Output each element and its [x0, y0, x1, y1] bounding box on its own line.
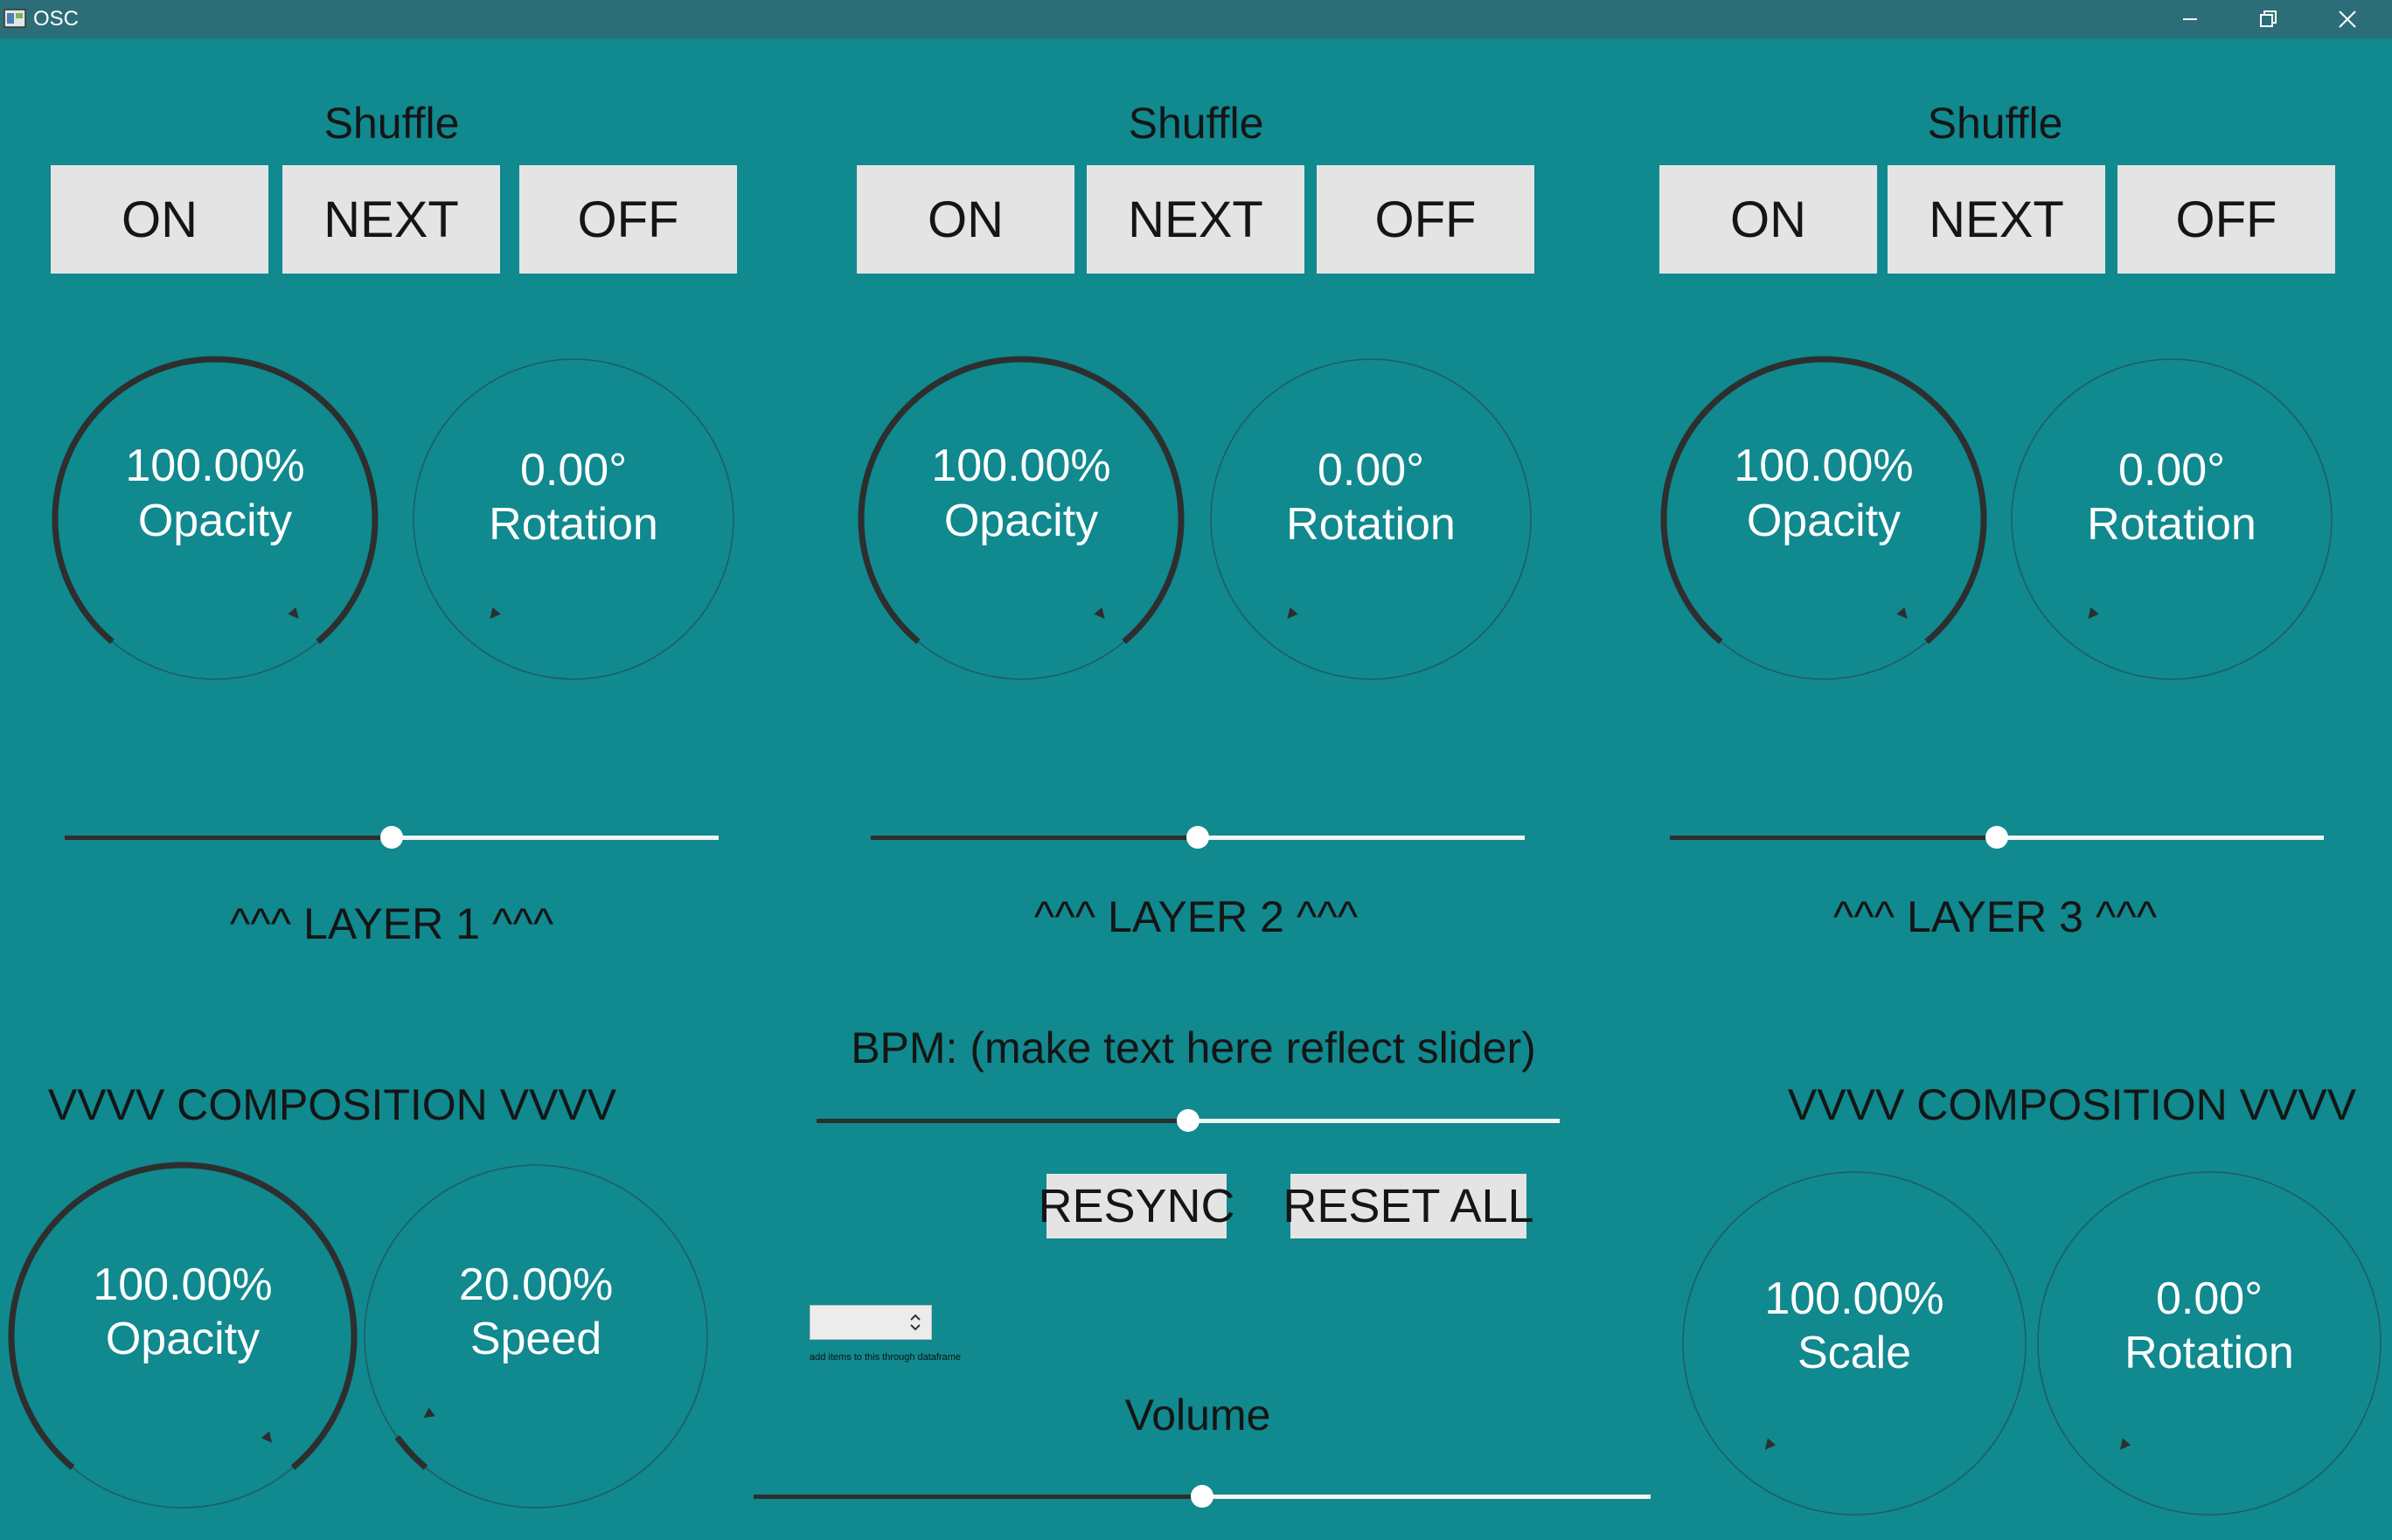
layer1-opacity-knob[interactable]: 100.00% Opacity [52, 356, 379, 682]
slider-track-empty [1997, 836, 2324, 840]
composition-scale-knob[interactable]: 100.00% Scale [1680, 1169, 2028, 1517]
slider-track-filled [754, 1495, 1202, 1499]
knob-value: 0.00° [1317, 445, 1424, 496]
knob-pointer-icon [288, 607, 299, 619]
slider-thumb[interactable] [1191, 1485, 1213, 1508]
resync-button[interactable]: RESYNC [1038, 1174, 1235, 1238]
knob-pointer-icon [1287, 607, 1298, 619]
updown-chevron-icon [910, 1314, 921, 1331]
minimize-icon [2183, 18, 2197, 20]
slider-track-filled [817, 1119, 1188, 1123]
slider-track-filled [871, 836, 1198, 840]
knob-label: Speed [469, 1314, 602, 1364]
knob-label: Rotation [489, 499, 658, 550]
knob-pointer-icon [1764, 1438, 1777, 1450]
layer1-off-button[interactable]: OFF [519, 165, 737, 274]
knob-label: Opacity [1746, 496, 1902, 546]
volume-label: Volume [1124, 1391, 1271, 1439]
layer3-next-button[interactable]: NEXT [1888, 165, 2105, 274]
knob-label: Opacity [137, 496, 293, 546]
composition-right-label: VVVV COMPOSITION VVVV [1787, 1080, 2357, 1129]
bpm-label: BPM: (make text here reflect slider) [851, 1023, 1536, 1072]
bpm-slider[interactable] [817, 1103, 1560, 1138]
knob-value: 20.00% [458, 1259, 614, 1310]
layer2-rotation-knob[interactable]: 0.00° Rotation [1208, 357, 1533, 682]
knob-value-arc [394, 1435, 428, 1470]
layer1-next-button[interactable]: NEXT [282, 165, 500, 274]
layer3-label: ^^^ LAYER 3 ^^^ [1832, 892, 2158, 941]
layer3-on-button[interactable]: ON [1659, 165, 1877, 274]
knob-value: 100.00% [931, 440, 1111, 491]
composition-opacity-knob[interactable]: 100.00% Opacity [8, 1162, 358, 1510]
slider-track-empty [1188, 1119, 1560, 1123]
layer2-off-button[interactable]: OFF [1317, 165, 1534, 274]
composition-rotation-knob[interactable]: 0.00° Rotation [2035, 1169, 2383, 1517]
knob-pointer-icon [490, 607, 501, 619]
window-title: OSC [33, 7, 80, 31]
layer1-slider[interactable] [65, 820, 719, 855]
slider-track-empty [392, 836, 719, 840]
knob-value: 0.00° [2117, 445, 2225, 496]
layer2-label: ^^^ LAYER 2 ^^^ [1033, 892, 1359, 941]
knob-pointer-icon [1896, 607, 1908, 619]
layer1-on-button[interactable]: ON [51, 165, 268, 274]
composition-left-label: VVVV COMPOSITION VVVV [47, 1080, 617, 1129]
layer1-label: ^^^ LAYER 1 ^^^ [229, 899, 554, 948]
layer2-slider[interactable] [871, 820, 1525, 855]
layer2-on-button[interactable]: ON [857, 165, 1074, 274]
knob-value: 0.00° [2155, 1273, 2263, 1324]
knob-label: Rotation [1286, 499, 1456, 550]
knob-label: Rotation [2087, 499, 2256, 550]
knob-value: 100.00% [93, 1259, 273, 1310]
reset-all-button[interactable]: RESET ALL [1283, 1174, 1534, 1238]
restore-button[interactable] [2229, 0, 2308, 38]
layer2-next-button[interactable]: NEXT [1087, 165, 1304, 274]
knob-pointer-icon [2088, 607, 2099, 619]
item-dropdown[interactable] [810, 1305, 932, 1340]
knob-pointer-icon [261, 1431, 273, 1443]
title-bar: OSC [0, 0, 2392, 38]
slider-thumb[interactable] [380, 826, 403, 849]
slider-thumb[interactable] [1177, 1109, 1199, 1132]
close-icon [2339, 10, 2356, 28]
knob-value: 0.00° [519, 445, 627, 496]
knob-label: Opacity [943, 496, 1099, 546]
dropdown-hint: add items to this through dataframe [810, 1352, 962, 1363]
slider-track-empty [1198, 836, 1525, 840]
layer2-shuffle-label: Shuffle [1128, 99, 1264, 148]
slider-thumb[interactable] [1985, 826, 2008, 849]
composition-speed-knob[interactable]: 20.00% Speed [362, 1162, 710, 1510]
knob-value: 100.00% [125, 440, 305, 491]
knob-pointer-icon [423, 1407, 435, 1419]
knob-pointer-icon [1094, 607, 1105, 619]
volume-slider[interactable] [754, 1479, 1651, 1514]
close-button[interactable] [2308, 0, 2387, 38]
minimize-button[interactable] [2151, 0, 2229, 38]
knob-value: 100.00% [1734, 440, 1914, 491]
app-icon [3, 9, 26, 28]
slider-track-filled [65, 836, 392, 840]
knob-label: Scale [1797, 1328, 1912, 1378]
slider-track-empty [1202, 1495, 1651, 1499]
layer1-shuffle-label: Shuffle [323, 99, 460, 148]
slider-thumb[interactable] [1186, 826, 1209, 849]
restore-icon [2260, 10, 2277, 27]
layer3-slider[interactable] [1670, 820, 2324, 855]
layer3-off-button[interactable]: OFF [2117, 165, 2335, 274]
layer1-rotation-knob[interactable]: 0.00° Rotation [411, 357, 736, 682]
layer2-opacity-knob[interactable]: 100.00% Opacity [858, 356, 1185, 682]
layer3-opacity-knob[interactable]: 100.00% Opacity [1660, 356, 1987, 682]
knob-value: 100.00% [1764, 1273, 1944, 1324]
knob-label: Rotation [2124, 1328, 2294, 1378]
knob-label: Opacity [105, 1314, 261, 1364]
layer3-shuffle-label: Shuffle [1927, 99, 2063, 148]
knob-pointer-icon [2119, 1438, 2131, 1450]
layer3-rotation-knob[interactable]: 0.00° Rotation [2009, 357, 2334, 682]
slider-track-filled [1670, 836, 1997, 840]
